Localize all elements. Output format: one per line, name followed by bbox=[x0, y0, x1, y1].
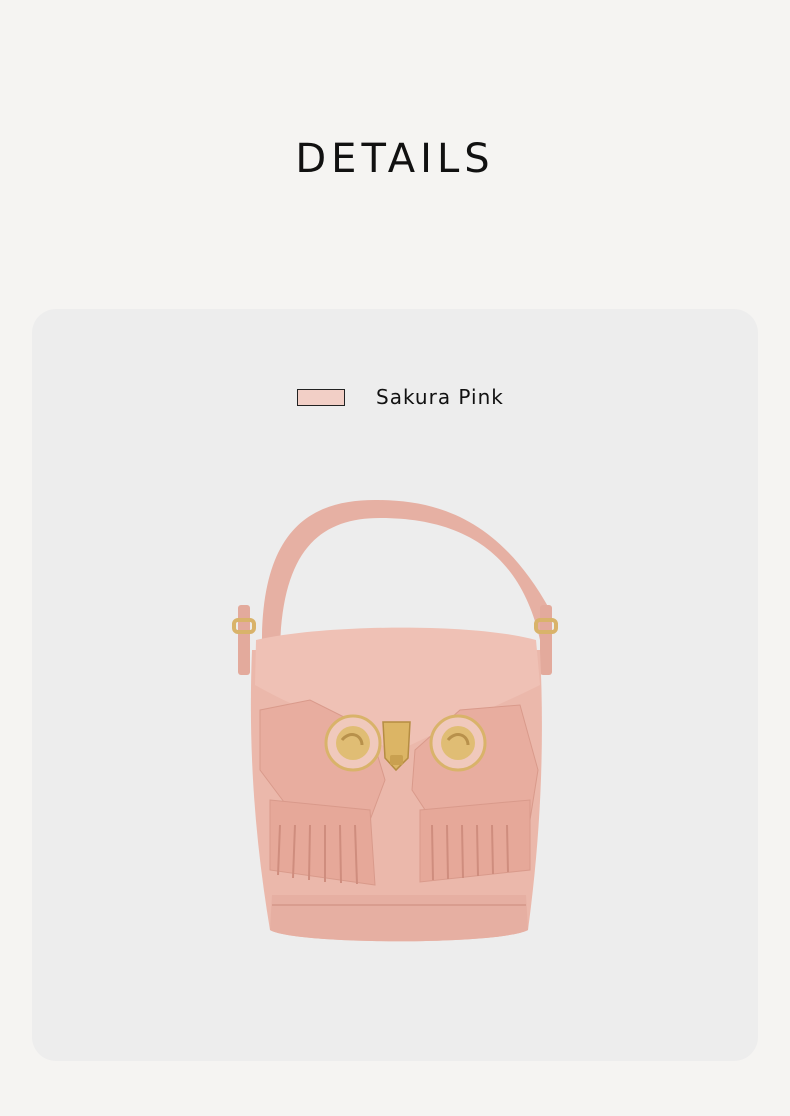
color-label: Sakura Pink bbox=[376, 385, 504, 409]
color-swatch[interactable] bbox=[297, 388, 345, 406]
color-option[interactable]: Sakura Pink bbox=[297, 384, 504, 410]
page-title: DETAILS bbox=[295, 136, 495, 182]
owl-bucket-bag-image bbox=[232, 500, 558, 942]
bag-handle bbox=[261, 500, 552, 650]
bag-base bbox=[270, 895, 528, 942]
right-eye bbox=[429, 714, 487, 772]
right-strap bbox=[540, 605, 552, 675]
left-strap bbox=[238, 605, 250, 675]
left-eye bbox=[324, 714, 382, 772]
